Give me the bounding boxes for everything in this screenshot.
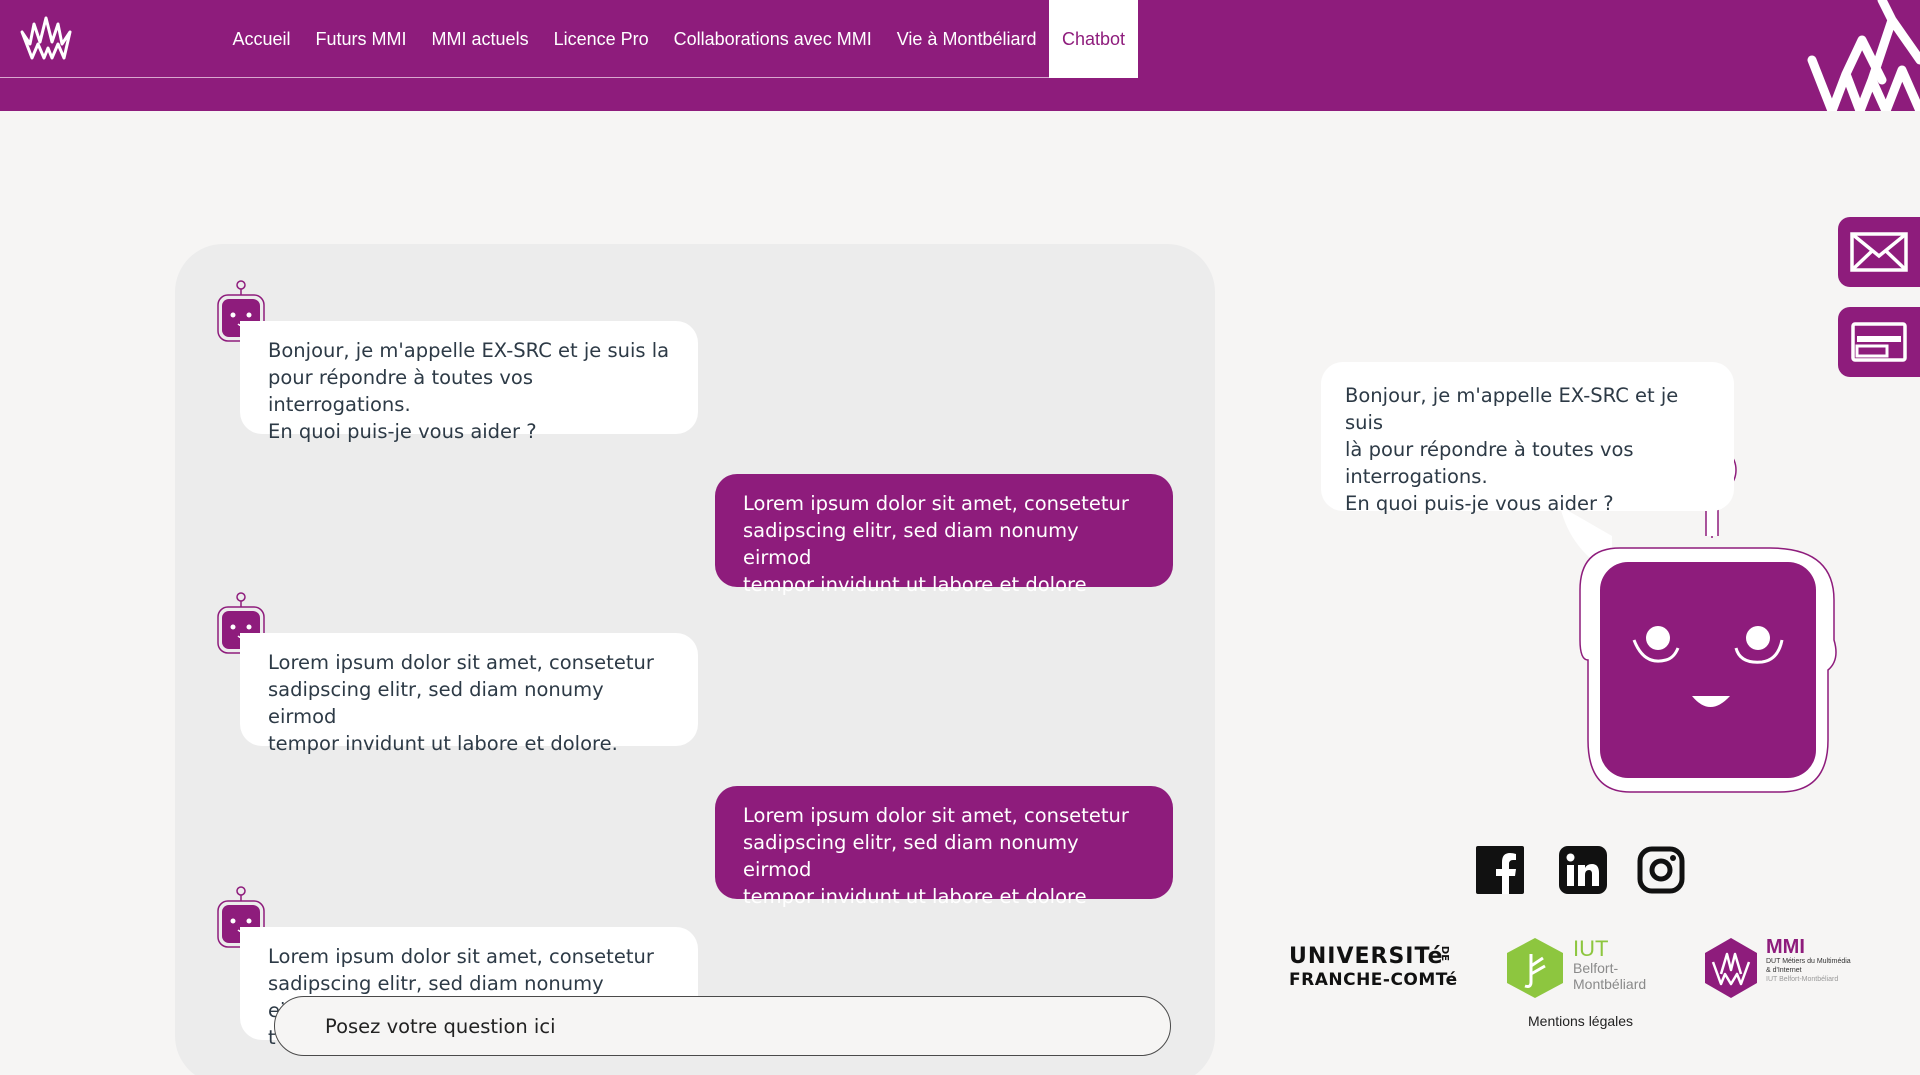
mmi-line1: DUT Métiers du Multimédia	[1766, 958, 1851, 965]
mmi-line3: IUT Belfort-Montbéliard	[1766, 976, 1839, 983]
iut-hexagon-icon	[1507, 938, 1563, 998]
main-nav: Accueil Futurs MMI MMI actuels Licence P…	[220, 0, 1139, 78]
mmi-partner-logo[interactable]: MMI DUT Métiers du Multimédia & d'Intern…	[1703, 936, 1878, 1002]
browser-tab[interactable]	[1838, 307, 1920, 377]
user-message: Lorem ipsum dolor sit amet, consetetur s…	[715, 474, 1173, 596]
iut-line1: Belfort-	[1573, 960, 1619, 976]
site-header: Accueil Futurs MMI MMI actuels Licence P…	[0, 0, 1920, 111]
chat-panel: Bonjour, je m'appelle EX-SRC et je suis …	[175, 244, 1215, 1075]
user-message: Lorem ipsum dolor sit amet, consetetur s…	[715, 786, 1173, 908]
facebook-icon[interactable]	[1476, 846, 1524, 894]
ufc-de: DE	[1439, 945, 1451, 962]
contact-mail-tab[interactable]	[1838, 217, 1920, 287]
nav-accueil[interactable]: Accueil	[220, 0, 303, 78]
nav-chatbot[interactable]: Chatbot	[1049, 0, 1139, 78]
bot-message: Lorem ipsum dolor sit amet, consetetur s…	[240, 633, 698, 755]
nav-vie-montbeliard[interactable]: Vie à Montbéliard	[884, 0, 1049, 78]
bot-message: Bonjour, je m'appelle EX-SRC et je suis …	[240, 321, 698, 443]
nav-futurs-mmi[interactable]: Futurs MMI	[303, 0, 419, 78]
mmi-title: MMI	[1766, 936, 1805, 958]
iut-line2: Montbéliard	[1573, 976, 1647, 992]
nav-collaborations[interactable]: Collaborations avec MMI	[661, 0, 884, 78]
instagram-icon[interactable]	[1637, 846, 1685, 894]
mascot-speech-bubble: Bonjour, je m'appelle EX-SRC et je suis …	[1321, 362, 1734, 515]
ufc-logo[interactable]: UNIVERSITé DE FRANCHE-COMTé	[1289, 944, 1459, 994]
mmi-hexagon-icon	[1705, 938, 1757, 998]
envelope-icon	[1850, 232, 1908, 272]
mmi-logo-icon[interactable]	[18, 14, 74, 70]
nav-licence-pro[interactable]: Licence Pro	[541, 0, 661, 78]
legal-notice-link[interactable]: Mentions légales	[1528, 1013, 1633, 1029]
nav-mmi-actuels[interactable]: MMI actuels	[419, 0, 541, 78]
ufc-line1: UNIVERSITé	[1289, 944, 1444, 969]
ufc-line2: FRANCHE-COMTé	[1289, 970, 1458, 990]
iut-title: IUT	[1573, 936, 1609, 961]
mmi-line2: & d'Internet	[1766, 967, 1802, 974]
corner-logo-mark-icon	[1807, 0, 1920, 111]
linkedin-icon[interactable]	[1559, 846, 1607, 894]
question-input[interactable]	[274, 996, 1171, 1056]
iut-logo[interactable]: IUT Belfort- Montbéliard	[1505, 936, 1665, 1002]
window-icon	[1851, 322, 1907, 362]
